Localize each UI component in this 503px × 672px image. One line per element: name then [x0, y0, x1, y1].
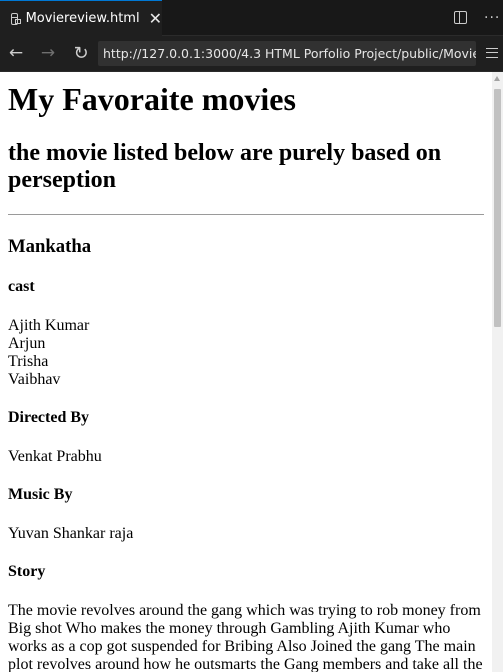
page-icon — [11, 12, 21, 25]
address-bar[interactable]: http://127.0.0.1:3000/4.3 HTML Porfolio … — [98, 41, 476, 66]
cast-heading: cast — [8, 278, 35, 295]
menu-icon[interactable] — [486, 48, 498, 58]
cast-member: Vaibhav — [8, 371, 61, 388]
forward-icon[interactable]: → — [37, 42, 59, 64]
vertical-scrollbar[interactable] — [492, 72, 503, 672]
back-icon[interactable]: ← — [5, 42, 27, 64]
tab-title: Moviereview.html — [25, 11, 140, 26]
page-viewport: My Favoraite movies the movie listed bel… — [0, 72, 503, 672]
tab-moviereview[interactable]: Moviereview.html ✕ — [0, 0, 162, 36]
page-subtitle: the movie listed below are purely based … — [8, 140, 442, 193]
story-heading: Story — [8, 563, 46, 580]
cast-list: Ajith Kumar Arjun Trisha Vaibhav — [8, 317, 484, 389]
director-heading: Directed By — [8, 409, 90, 426]
music-composer: Yuvan Shankar raja — [8, 525, 134, 542]
browser-toolbar: ← → ↻ http://127.0.0.1:3000/4.3 HTML Por… — [0, 36, 503, 72]
more-icon[interactable]: ··· — [484, 10, 500, 26]
cast-member: Ajith Kumar — [8, 317, 90, 334]
page-title: My Favoraite movies — [8, 81, 296, 117]
music-heading: Music By — [8, 486, 73, 503]
split-editor-icon[interactable] — [454, 11, 467, 24]
director-name: Venkat Prabhu — [8, 448, 102, 465]
movie-title: Mankatha — [8, 236, 92, 257]
cast-member: Arjun — [8, 335, 46, 352]
scroll-up-icon[interactable] — [494, 76, 500, 81]
reload-icon[interactable]: ↻ — [70, 42, 92, 64]
cast-member: Trisha — [8, 353, 49, 370]
divider — [8, 214, 484, 215]
close-icon[interactable]: ✕ — [149, 10, 162, 27]
tab-bar: Moviereview.html ✕ ··· — [0, 0, 503, 36]
scrollbar-thumb[interactable] — [494, 89, 501, 327]
document-body: My Favoraite movies the movie listed bel… — [0, 72, 492, 672]
story-text: The movie revolves around the gang which… — [8, 602, 483, 672]
